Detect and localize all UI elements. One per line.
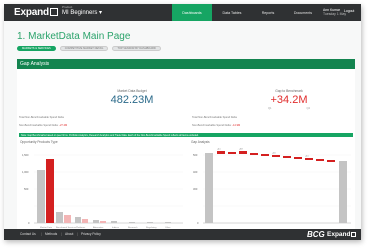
waterfall-data-label: +2.1	[305, 156, 309, 158]
kpi-market-budget: Market Data Budget 482.23M	[92, 89, 172, 106]
waterfall-data-label: +3.8	[239, 149, 243, 151]
waterfall-bar[interactable]	[272, 155, 280, 157]
footer-divider: |	[41, 232, 42, 236]
footer-divider: |	[77, 232, 78, 236]
left-chart-bar[interactable]	[93, 220, 99, 223]
waterfall-bar[interactable]	[239, 151, 247, 154]
waterfall-data-label: +4.1	[217, 149, 221, 151]
gap-analysis-header: Gap Analysis	[17, 59, 355, 69]
tab-top-vendor[interactable]: TOP VENDOR BY DASHBOARD	[112, 46, 161, 51]
left-delta-value: -27.2M	[59, 124, 68, 127]
nav-reports[interactable]: Reports	[252, 4, 284, 21]
waterfall-data-label: +2.6	[272, 153, 276, 155]
waterfall-bar[interactable]	[305, 158, 313, 160]
left-delta-text: Non-Benchmarkable Spend Delta:	[19, 124, 59, 127]
waterfall-bar[interactable]	[316, 159, 324, 161]
left-chart-title: Opportunity Products Type	[20, 140, 58, 144]
right-delta-text: Non-Benchmarkable Spend Delta:	[192, 124, 232, 127]
product-selector[interactable]: Product MI Beginners ▾	[62, 5, 103, 17]
waterfall-end-bar[interactable]	[339, 161, 347, 223]
footer-link-contact[interactable]: Contact Us	[20, 232, 36, 236]
left-chart-bar[interactable]	[111, 221, 117, 223]
waterfall-bar[interactable]	[217, 151, 225, 154]
footer-link-about[interactable]: About	[65, 232, 73, 236]
left-bar-chart: 1,500 1,000 500 0 Market Data Benchmark …	[22, 153, 183, 229]
nav-data-tables[interactable]: Data Tables	[214, 4, 250, 21]
right-chart-title: Gap Analysis	[191, 140, 210, 144]
footer-expand-logo: Expand	[327, 231, 357, 238]
left-delta-line1: Total Non-Benchmarkable Spend Delta	[19, 116, 64, 119]
kpi-market-budget-value: 482.23M	[110, 94, 154, 106]
product-label: Product	[62, 5, 73, 9]
kpi-gap-benchmark-value: +34.2M	[270, 94, 308, 106]
left-chart-tick-label: 1,500	[22, 153, 29, 157]
right-chart-tick-label: 300	[193, 187, 198, 191]
footer-divider: |	[61, 232, 62, 236]
left-chart-bar[interactable]	[75, 217, 81, 223]
waterfall-start-bar[interactable]	[205, 153, 213, 223]
user-info[interactable]: Ann Kumar Tuesday 1 May	[323, 8, 346, 17]
left-chart-tick-label: 0	[28, 221, 30, 225]
left-chart-bar[interactable]	[100, 221, 106, 223]
expand-logo[interactable]: Expand	[14, 7, 58, 18]
waterfall-bar[interactable]	[228, 152, 236, 154]
right-delta-line1: Total Non-Benchmarkable Spend Delta	[192, 116, 237, 119]
user-sub: Tuesday 1 May	[323, 12, 347, 17]
right-waterfall-chart: 500 400 300 0 +4.1 +3.8 +2.6 +2.1	[193, 149, 351, 225]
kpi-gap-benchmark: Gap to Benchmark +34.2M Q1 Q4	[259, 89, 319, 110]
kpi-market-budget-label: Market Data Budget	[117, 89, 147, 93]
tab-markets-services[interactable]: MARKETS & SERVICES	[17, 46, 56, 51]
waterfall-bar[interactable]	[294, 157, 302, 159]
right-delta-line2: Non-Benchmarkable Spend Delta: -14.9M	[192, 124, 240, 127]
waterfall-bar[interactable]	[261, 154, 269, 156]
right-chart-tick-label: 400	[193, 170, 198, 174]
kpi-gap-benchmark-sub: Q1 Q4	[259, 107, 319, 110]
footer-logo-box-icon	[351, 231, 357, 237]
bcg-logo: BCG	[307, 230, 325, 239]
nav-dashboards[interactable]: Dashboards	[172, 4, 212, 21]
left-chart-tick-label: 500	[24, 187, 29, 191]
app-window: Expand Product MI Beginners ▾ Dashboards…	[4, 4, 361, 240]
top-nav-bar: Expand Product MI Beginners ▾ Dashboards…	[4, 4, 361, 21]
kpi-sub-left: Q1	[268, 107, 272, 110]
product-value: MI Beginners ▾	[62, 10, 103, 16]
left-chart-bar[interactable]	[37, 170, 45, 223]
left-chart-bar[interactable]	[46, 159, 54, 223]
right-chart-tick-label: 0	[197, 221, 199, 225]
left-chart-bar[interactable]	[129, 222, 135, 223]
left-chart-bar[interactable]	[56, 212, 63, 223]
page-title: 1. MarketData Main Page	[17, 31, 131, 42]
waterfall-bar[interactable]	[283, 156, 291, 158]
left-chart-bar[interactable]	[64, 215, 71, 223]
waterfall-bar[interactable]	[250, 153, 258, 155]
gap-analysis-panel: Market Data Budget 482.23M Gap to Benchm…	[17, 69, 355, 233]
waterfall-bar[interactable]	[327, 160, 335, 162]
chevron-down-icon: ▾	[99, 10, 103, 16]
nav-documents[interactable]: Documents	[286, 4, 320, 21]
right-chart-tick-label: 500	[193, 153, 198, 157]
left-chart-bar[interactable]	[82, 219, 88, 223]
kpi-sub-right: Q4	[306, 107, 310, 110]
left-delta-line2: Non-Benchmarkable Spend Delta: -27.2M	[19, 124, 67, 127]
expand-logo-box-icon	[49, 8, 58, 16]
left-chart-bar[interactable]	[165, 222, 171, 223]
footer-link-methods[interactable]: Methods	[45, 232, 57, 236]
page-tabs: MARKETS & SERVICES COMPETITIVE MARKET DE…	[17, 46, 161, 51]
tab-competitive-market[interactable]: COMPETITIVE MARKET DETAIL	[59, 46, 109, 51]
footer-link-privacy[interactable]: Privacy Policy	[81, 232, 101, 236]
footer-bar: Contact Us | Methods | About | Privacy P…	[4, 229, 361, 240]
kpi-gap-benchmark-label: Gap to Benchmark	[275, 89, 303, 93]
left-chart-tick-label: 1,000	[22, 170, 29, 174]
gap-note-bar: Note: Gap Benchmarks based on peer firms…	[19, 133, 353, 137]
logout-link[interactable]: Logout	[344, 9, 354, 13]
left-chart-bar[interactable]	[147, 222, 153, 223]
right-delta-value: -14.9M	[232, 124, 241, 127]
